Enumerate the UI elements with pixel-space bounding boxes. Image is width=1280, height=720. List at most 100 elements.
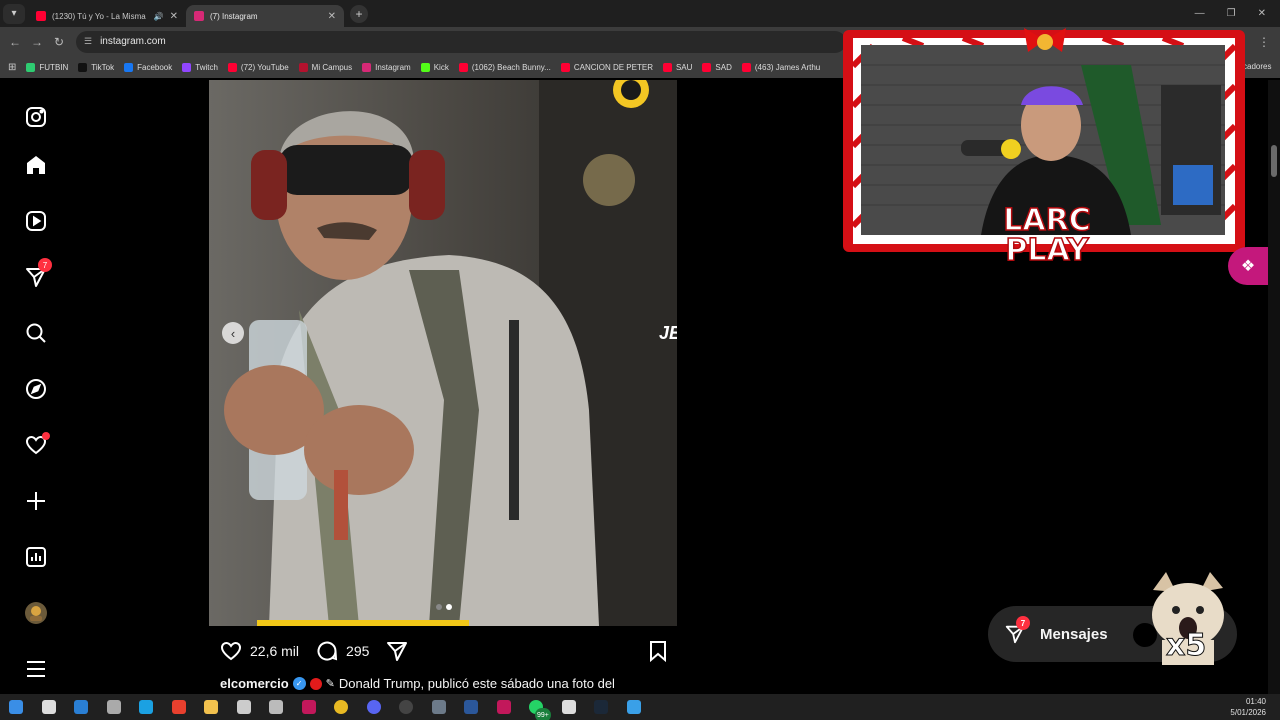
carousel-prev-button[interactable]: ‹: [222, 322, 244, 344]
instagram-logo-icon[interactable]: [22, 103, 50, 131]
post-username[interactable]: elcomercio: [220, 676, 289, 691]
tab-instagram[interactable]: (7) Instagram ✕: [186, 5, 344, 27]
app-bot-icon[interactable]: [263, 694, 289, 720]
bookmark-item[interactable]: Mi Campus: [298, 62, 352, 72]
word-icon[interactable]: [458, 694, 484, 720]
explore-icon[interactable]: [22, 375, 50, 403]
extension-side-tab[interactable]: ❖: [1228, 247, 1268, 285]
bookmark-favicon-icon: [298, 62, 308, 72]
edge-icon[interactable]: [133, 694, 159, 720]
back-icon[interactable]: ←: [4, 35, 26, 49]
clock-time: 01:40: [1245, 697, 1266, 706]
app-red-icon[interactable]: [166, 694, 192, 720]
verified-icon: ✓: [292, 677, 306, 690]
window-controls: — ❐ ✕: [1195, 0, 1280, 27]
bookmark-label: Instagram: [375, 62, 411, 72]
red-circle-emoji-icon: [309, 677, 322, 690]
site-info-icon[interactable]: ☰: [84, 36, 92, 47]
bookmark-item[interactable]: TikTok: [78, 62, 115, 72]
chrome-icon[interactable]: [328, 694, 354, 720]
instagram-sidebar: 7: [0, 80, 72, 694]
reload-icon[interactable]: ↻: [48, 35, 70, 49]
apps-grid-icon[interactable]: ⊞: [8, 62, 16, 73]
menu-kebab-icon[interactable]: ⋮: [1258, 35, 1270, 49]
comment-action[interactable]: 295: [315, 639, 369, 663]
bookmark-label: CANCION DE PETER: [573, 62, 653, 72]
obs-icon[interactable]: [393, 694, 419, 720]
post-image[interactable]: JEA: [209, 80, 677, 626]
restore-icon[interactable]: ❐: [1227, 8, 1236, 19]
url-field[interactable]: ☰ instagram.com: [76, 30, 846, 53]
share-icon: [387, 642, 408, 661]
minimize-icon[interactable]: —: [1195, 8, 1205, 19]
notification-dot: [42, 432, 50, 440]
bookmark-item[interactable]: Facebook: [124, 62, 172, 72]
close-tab-icon[interactable]: ✕: [170, 11, 178, 22]
steam-icon[interactable]: [588, 694, 614, 720]
browser-tab-strip: ▾ (1230) Tú y Yo - La Misma C 🔊 ✕ (7) In…: [0, 0, 1280, 27]
bookmark-item[interactable]: FUTBIN: [26, 62, 68, 72]
bookmark-item[interactable]: Instagram: [362, 62, 411, 72]
bookmark-item[interactable]: CANCION DE PETER: [560, 62, 653, 72]
app-box-icon[interactable]: [556, 694, 582, 720]
more-menu-icon[interactable]: [22, 655, 50, 683]
url-text: instagram.com: [100, 36, 166, 47]
start-icon[interactable]: [3, 694, 29, 720]
search-taskbar-icon[interactable]: [36, 694, 62, 720]
profile-avatar[interactable]: [22, 599, 50, 627]
bookmark-item[interactable]: Twitch: [182, 62, 218, 72]
bookmark-favicon-icon: [741, 62, 751, 72]
bookmark-label: SAD: [715, 62, 732, 72]
reels-icon[interactable]: [22, 207, 50, 235]
taskbar-notification-badge: 99+: [535, 708, 551, 720]
store-icon[interactable]: [68, 694, 94, 720]
bookmark-favicon-icon: [362, 62, 372, 72]
like-action[interactable]: 22,6 mil: [219, 639, 299, 663]
tab-search-button[interactable]: ▾: [3, 3, 25, 24]
screen: ▾ (1230) Tú y Yo - La Misma C 🔊 ✕ (7) In…: [0, 0, 1280, 720]
speaker-icon: 🔊: [153, 11, 164, 21]
app-pink2-icon[interactable]: [491, 694, 517, 720]
bookmark-overflow[interactable]: cadores: [1243, 62, 1271, 71]
calculator-icon[interactable]: [426, 694, 452, 720]
app-pink-icon[interactable]: [296, 694, 322, 720]
bookmark-label: Twitch: [195, 62, 218, 72]
search-icon[interactable]: [22, 319, 50, 347]
bookmark-item[interactable]: (1062) Beach Bunny...: [458, 62, 551, 72]
tab-youtube[interactable]: (1230) Tú y Yo - La Misma C 🔊 ✕: [28, 5, 186, 27]
scrollbar-thumb[interactable]: [1271, 145, 1277, 177]
system-clock[interactable]: 01:40 5/01/2026: [1230, 696, 1266, 718]
home-icon[interactable]: [22, 151, 50, 179]
new-tab-button[interactable]: +: [350, 4, 368, 23]
create-icon[interactable]: [22, 487, 50, 515]
share-action[interactable]: [385, 639, 409, 663]
notifications-icon[interactable]: [22, 431, 50, 459]
app-cat-icon[interactable]: [101, 694, 127, 720]
discord-icon[interactable]: [361, 694, 387, 720]
bookmark-item[interactable]: Kick: [420, 62, 449, 72]
bookmark-favicon-icon: [78, 62, 88, 72]
bookmark-favicon-icon: [26, 62, 36, 72]
close-window-icon[interactable]: ✕: [1258, 8, 1266, 19]
bookmark-item[interactable]: SAD: [702, 62, 732, 72]
bookmark-favicon-icon: [560, 62, 570, 72]
app-g-icon[interactable]: [231, 694, 257, 720]
bookmark-item[interactable]: (463) James Arthu: [741, 62, 821, 72]
logo-line-2: PLAY: [1005, 233, 1090, 268]
forward-icon[interactable]: →: [26, 35, 48, 49]
bookmark-label: TikTok: [91, 62, 115, 72]
messages-icon[interactable]: 7: [22, 258, 52, 291]
bookmark-item[interactable]: (72) YouTube: [227, 62, 289, 72]
app-blue-icon[interactable]: [621, 694, 647, 720]
close-tab-icon[interactable]: ✕: [328, 11, 336, 22]
save-button[interactable]: [647, 639, 669, 666]
bookmark-favicon-icon: [702, 62, 712, 72]
bookmark-favicon-icon: [182, 62, 192, 72]
image-overlay-text: JEA: [659, 323, 677, 343]
explorer-icon[interactable]: [198, 694, 224, 720]
bookmark-item[interactable]: SAU: [662, 62, 692, 72]
post-actions: 22,6 mil 295: [219, 637, 669, 665]
like-count: 22,6 mil: [250, 643, 300, 659]
bookmark-label: (463) James Arthu: [754, 62, 821, 72]
dashboard-icon[interactable]: [22, 543, 50, 571]
